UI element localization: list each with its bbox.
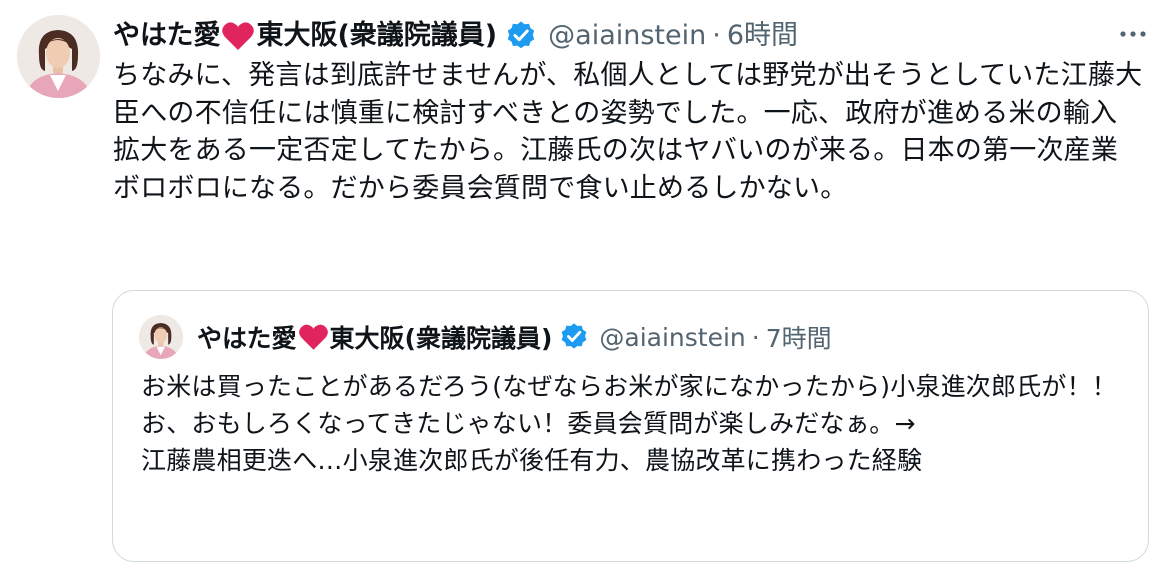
heart-icon xyxy=(298,324,328,350)
quoted-author-avatar xyxy=(139,315,183,359)
author-name[interactable]: やはた愛 東大阪(衆議院議員) xyxy=(113,14,497,58)
quoted-author-handle: @aiainstein xyxy=(599,322,746,352)
verified-badge-icon xyxy=(507,21,535,49)
separator-dot: · xyxy=(751,322,760,352)
quoted-tweet-timestamp: 7時間 xyxy=(765,324,832,353)
verified-badge-icon xyxy=(562,323,587,349)
heart-icon xyxy=(222,22,255,50)
separator-dot: · xyxy=(712,20,721,51)
author-handle[interactable]: @aiainstein xyxy=(548,14,706,58)
quoted-author-name-part1: やはた愛 xyxy=(197,324,297,353)
quoted-author-name: やはた愛 東大阪(衆議院議員) xyxy=(197,319,552,355)
author-avatar[interactable] xyxy=(17,15,100,98)
author-name-part2: 東大阪(衆議院議員) xyxy=(256,20,498,51)
quoted-tweet-text: お米は買ったことがあるだろう(なぜならお米が家になかったから)小泉進次郎氏が！！… xyxy=(141,372,1118,475)
quoted-author-name-part2: 東大阪(衆議院議員) xyxy=(329,324,553,353)
quoted-tweet[interactable]: やはた愛 東大阪(衆議院議員) @aiainstein · 7時間 お米は買った… xyxy=(112,290,1149,562)
tweet[interactable]: やはた愛 東大阪(衆議院議員) @aiainstein · 6時間 ちなみに、発… xyxy=(0,0,1167,562)
more-options-icon[interactable] xyxy=(1117,22,1149,46)
quoted-tweet-header: やはた愛 東大阪(衆議院議員) @aiainstein · 7時間 xyxy=(197,315,832,359)
author-name-part1: やはた愛 xyxy=(113,20,221,51)
tweet-text: ちなみに、発言は到底許せませんが、私個人としては野党が出そうとしていた江藤大臣へ… xyxy=(113,60,1143,204)
tweet-timestamp[interactable]: 6時間 xyxy=(727,14,798,58)
tweet-header: やはた愛 東大阪(衆議院議員) @aiainstein · 6時間 xyxy=(113,14,798,58)
